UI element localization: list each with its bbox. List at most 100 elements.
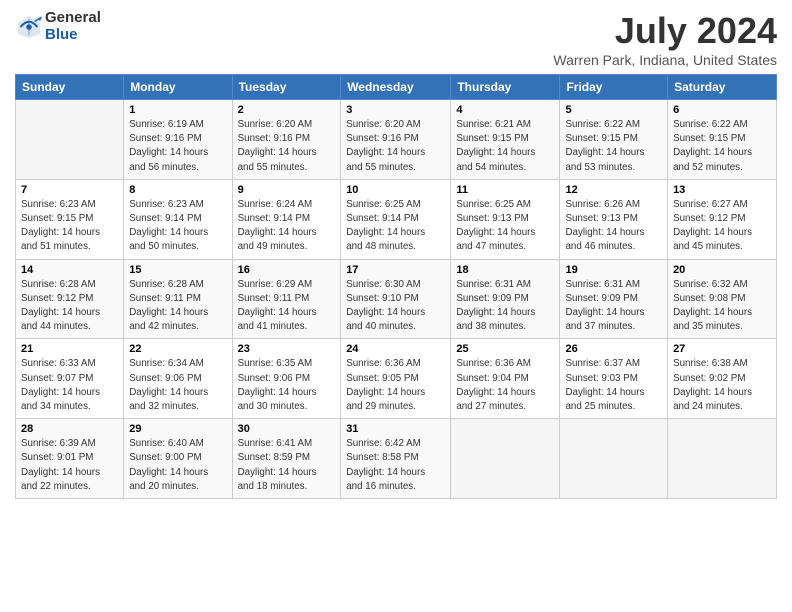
logo: General Blue — [15, 10, 101, 43]
day-info: Sunrise: 6:31 AM Sunset: 9:09 PM Dayligh… — [565, 278, 662, 335]
calendar-cell: 12Sunrise: 6:26 AM Sunset: 9:13 PM Dayli… — [560, 179, 668, 259]
header-sunday: Sunday — [16, 75, 124, 100]
calendar-cell: 24 Sunrise: 6:36 AM Sunset: 9:05 PM Dayli… — [341, 339, 451, 419]
day-number: 20 — [673, 264, 771, 276]
day-number: 17 — [346, 264, 445, 276]
day-number: 2 — [238, 104, 336, 116]
day-info: Sunrise: 6:20 AM Sunset: 9:16 PM Dayligh… — [238, 118, 336, 175]
header: General Blue July 2024 Warren Park, Indi… — [15, 10, 777, 68]
day-info: Sunrise: 6:28 AM Sunset: 9:12 PM Dayligh… — [21, 278, 118, 335]
day-number: 1 — [129, 104, 226, 116]
day-info: Sunrise: 6:29 AM Sunset: 9:11 PM Dayligh… — [238, 278, 336, 335]
calendar-cell — [16, 100, 124, 180]
calendar-cell: 17 Sunrise: 6:30 AM Sunset: 9:10 PM Dayli… — [341, 259, 451, 339]
day-number: 4 — [456, 104, 554, 116]
week-row-4: 21Sunrise: 6:33 AM Sunset: 9:07 PM Dayli… — [16, 339, 777, 419]
day-info: Sunrise: 6:30 AM Sunset: 9:10 PM Dayligh… — [346, 278, 445, 335]
week-row-1: 1 Sunrise: 6:19 AM Sunset: 9:16 PM Daylig… — [16, 100, 777, 180]
day-info: Sunrise: 6:36 AM Sunset: 9:05 PM Dayligh… — [346, 357, 445, 414]
week-row-5: 28 Sunrise: 6:39 AM Sunset: 9:01 PM Dayli… — [16, 419, 777, 499]
day-info: Sunrise: 6:23 AM Sunset: 9:15 PM Dayligh… — [21, 198, 118, 255]
calendar-cell: 26 Sunrise: 6:37 AM Sunset: 9:03 PM Dayli… — [560, 339, 668, 419]
day-number: 26 — [565, 343, 662, 355]
day-number: 11 — [456, 184, 554, 196]
calendar-cell: 22 Sunrise: 6:34 AM Sunset: 9:06 PM Dayli… — [124, 339, 232, 419]
day-info: Sunrise: 6:39 AM Sunset: 9:01 PM Dayligh… — [21, 437, 118, 494]
header-saturday: Saturday — [668, 75, 777, 100]
calendar-cell: 25 Sunrise: 6:36 AM Sunset: 9:04 PM Dayli… — [451, 339, 560, 419]
calendar-cell: 27 Sunrise: 6:38 AM Sunset: 9:02 PM Dayli… — [668, 339, 777, 419]
header-wednesday: Wednesday — [341, 75, 451, 100]
calendar-cell: 6Sunrise: 6:22 AM Sunset: 9:15 PM Daylig… — [668, 100, 777, 180]
day-info: Sunrise: 6:31 AM Sunset: 9:09 PM Dayligh… — [456, 278, 554, 335]
day-number: 19 — [565, 264, 662, 276]
calendar-cell: 11 Sunrise: 6:25 AM Sunset: 9:13 PM Dayli… — [451, 179, 560, 259]
logo-blue-text: Blue — [45, 27, 101, 44]
day-info: Sunrise: 6:20 AM Sunset: 9:16 PM Dayligh… — [346, 118, 445, 175]
calendar-cell: 14Sunrise: 6:28 AM Sunset: 9:12 PM Dayli… — [16, 259, 124, 339]
day-number: 31 — [346, 423, 445, 435]
calendar-cell: 13Sunrise: 6:27 AM Sunset: 9:12 PM Dayli… — [668, 179, 777, 259]
day-info: Sunrise: 6:32 AM Sunset: 9:08 PM Dayligh… — [673, 278, 771, 335]
calendar-cell: 2 Sunrise: 6:20 AM Sunset: 9:16 PM Daylig… — [232, 100, 341, 180]
day-info: Sunrise: 6:38 AM Sunset: 9:02 PM Dayligh… — [673, 357, 771, 414]
day-info: Sunrise: 6:37 AM Sunset: 9:03 PM Dayligh… — [565, 357, 662, 414]
day-info: Sunrise: 6:34 AM Sunset: 9:06 PM Dayligh… — [129, 357, 226, 414]
calendar-cell: 20 Sunrise: 6:32 AM Sunset: 9:08 PM Dayli… — [668, 259, 777, 339]
calendar-cell: 1 Sunrise: 6:19 AM Sunset: 9:16 PM Daylig… — [124, 100, 232, 180]
header-monday: Monday — [124, 75, 232, 100]
calendar-cell: 29Sunrise: 6:40 AM Sunset: 9:00 PM Dayli… — [124, 419, 232, 499]
calendar-cell: 9Sunrise: 6:24 AM Sunset: 9:14 PM Daylig… — [232, 179, 341, 259]
day-number: 18 — [456, 264, 554, 276]
day-number: 25 — [456, 343, 554, 355]
calendar-cell: 4Sunrise: 6:21 AM Sunset: 9:15 PM Daylig… — [451, 100, 560, 180]
calendar-cell: 7 Sunrise: 6:23 AM Sunset: 9:15 PM Daylig… — [16, 179, 124, 259]
day-number: 23 — [238, 343, 336, 355]
main-title: July 2024 — [553, 10, 777, 52]
day-info: Sunrise: 6:36 AM Sunset: 9:04 PM Dayligh… — [456, 357, 554, 414]
day-number: 22 — [129, 343, 226, 355]
calendar-cell: 3Sunrise: 6:20 AM Sunset: 9:16 PM Daylig… — [341, 100, 451, 180]
day-info: Sunrise: 6:25 AM Sunset: 9:13 PM Dayligh… — [456, 198, 554, 255]
calendar-cell: 16Sunrise: 6:29 AM Sunset: 9:11 PM Dayli… — [232, 259, 341, 339]
header-tuesday: Tuesday — [232, 75, 341, 100]
day-info: Sunrise: 6:35 AM Sunset: 9:06 PM Dayligh… — [238, 357, 336, 414]
calendar-cell — [560, 419, 668, 499]
week-row-3: 14Sunrise: 6:28 AM Sunset: 9:12 PM Dayli… — [16, 259, 777, 339]
day-info: Sunrise: 6:22 AM Sunset: 9:15 PM Dayligh… — [565, 118, 662, 175]
day-info: Sunrise: 6:42 AM Sunset: 8:58 PM Dayligh… — [346, 437, 445, 494]
day-number: 28 — [21, 423, 118, 435]
days-header-row: Sunday Monday Tuesday Wednesday Thursday… — [16, 75, 777, 100]
calendar-cell: 19 Sunrise: 6:31 AM Sunset: 9:09 PM Dayli… — [560, 259, 668, 339]
day-info: Sunrise: 6:22 AM Sunset: 9:15 PM Dayligh… — [673, 118, 771, 175]
logo-text: General Blue — [45, 10, 101, 43]
day-info: Sunrise: 6:25 AM Sunset: 9:14 PM Dayligh… — [346, 198, 445, 255]
day-number: 8 — [129, 184, 226, 196]
day-number: 27 — [673, 343, 771, 355]
calendar-cell: 28 Sunrise: 6:39 AM Sunset: 9:01 PM Dayli… — [16, 419, 124, 499]
title-area: July 2024 Warren Park, Indiana, United S… — [553, 10, 777, 68]
calendar-cell: 18 Sunrise: 6:31 AM Sunset: 9:09 PM Dayli… — [451, 259, 560, 339]
day-number: 10 — [346, 184, 445, 196]
calendar-cell: 15 Sunrise: 6:28 AM Sunset: 9:11 PM Dayli… — [124, 259, 232, 339]
day-info: Sunrise: 6:26 AM Sunset: 9:13 PM Dayligh… — [565, 198, 662, 255]
day-info: Sunrise: 6:19 AM Sunset: 9:16 PM Dayligh… — [129, 118, 226, 175]
day-number: 13 — [673, 184, 771, 196]
calendar-page: General Blue July 2024 Warren Park, Indi… — [0, 0, 792, 612]
logo-icon — [15, 13, 43, 41]
header-friday: Friday — [560, 75, 668, 100]
day-info: Sunrise: 6:23 AM Sunset: 9:14 PM Dayligh… — [129, 198, 226, 255]
day-number: 7 — [21, 184, 118, 196]
calendar-cell: 5Sunrise: 6:22 AM Sunset: 9:15 PM Daylig… — [560, 100, 668, 180]
calendar-cell: 31 Sunrise: 6:42 AM Sunset: 8:58 PM Dayli… — [341, 419, 451, 499]
logo-general-text: General — [45, 10, 101, 27]
day-info: Sunrise: 6:33 AM Sunset: 9:07 PM Dayligh… — [21, 357, 118, 414]
calendar-table: Sunday Monday Tuesday Wednesday Thursday… — [15, 74, 777, 499]
calendar-cell — [451, 419, 560, 499]
day-info: Sunrise: 6:28 AM Sunset: 9:11 PM Dayligh… — [129, 278, 226, 335]
day-number: 24 — [346, 343, 445, 355]
calendar-cell: 30Sunrise: 6:41 AM Sunset: 8:59 PM Dayli… — [232, 419, 341, 499]
day-number: 30 — [238, 423, 336, 435]
week-row-2: 7 Sunrise: 6:23 AM Sunset: 9:15 PM Daylig… — [16, 179, 777, 259]
day-number: 15 — [129, 264, 226, 276]
